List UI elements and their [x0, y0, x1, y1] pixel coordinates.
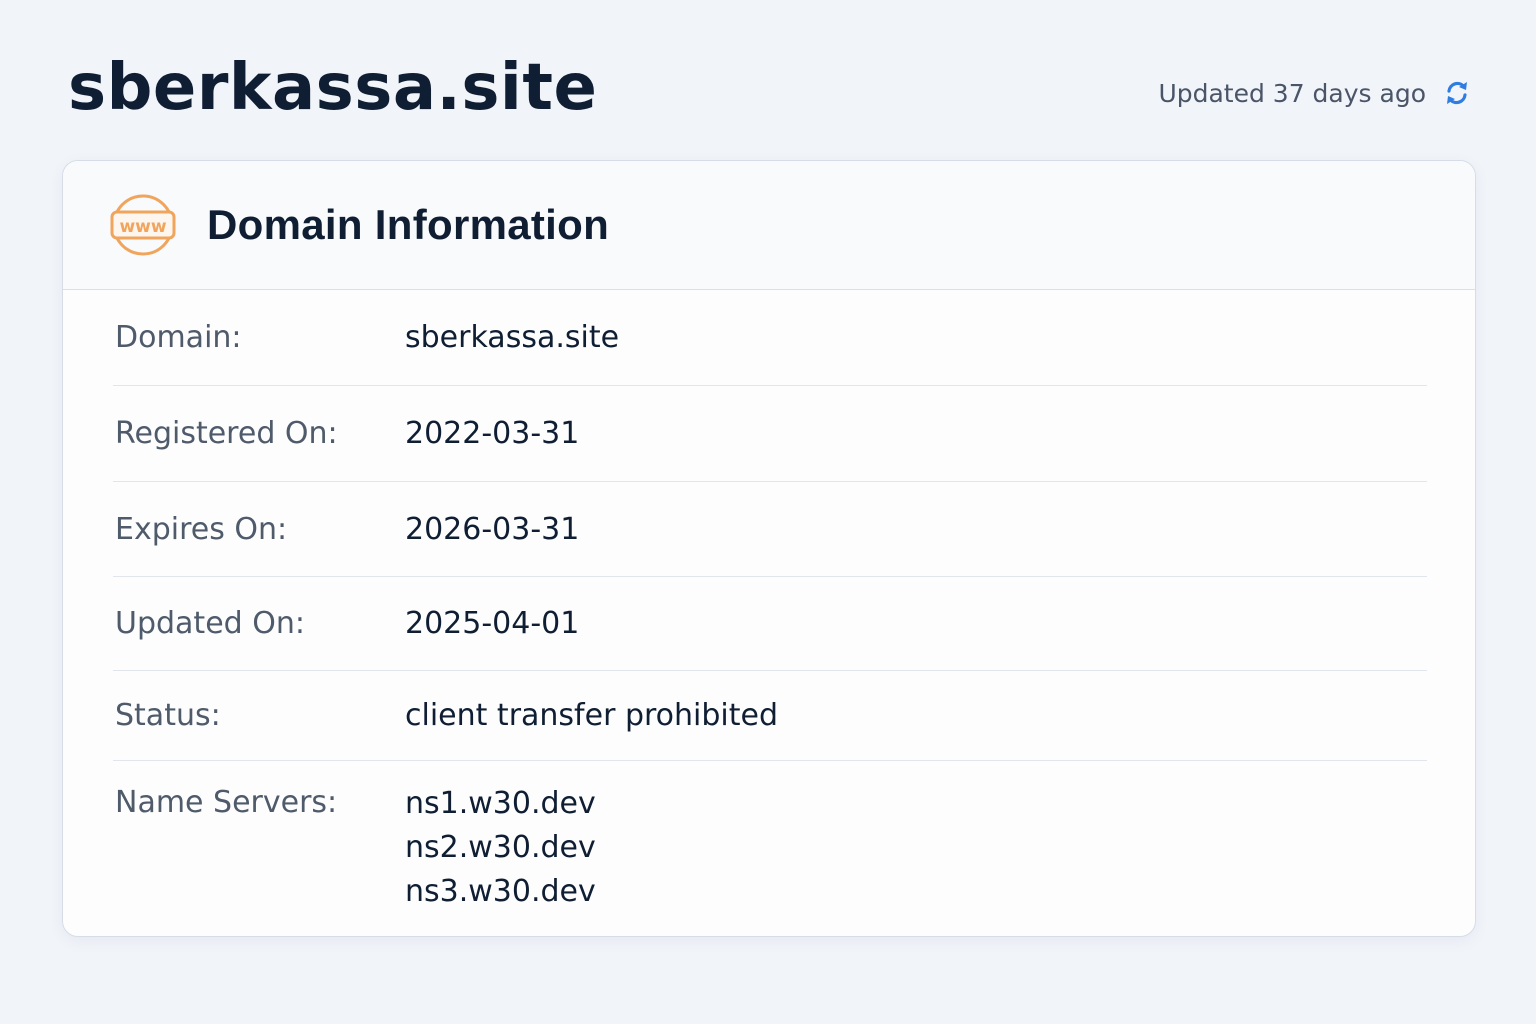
domain-info-card: www Domain Information Domain: sberkassa… [62, 160, 1476, 937]
row-label: Domain: [115, 320, 242, 355]
www-icon-text: www [119, 217, 166, 237]
info-rows: Domain: sberkassa.site Registered On: 20… [63, 290, 1475, 911]
row-name-servers: Name Servers: ns1.w30.dev ns2.w30.dev ns… [113, 761, 1427, 911]
card-title: Domain Information [207, 201, 610, 248]
name-server-item: ns2.w30.dev [405, 830, 596, 865]
card-header: www Domain Information [63, 161, 1475, 290]
row-status: Status: client transfer prohibited [113, 671, 1427, 761]
name-server-item: ns1.w30.dev [405, 786, 596, 821]
refresh-icon[interactable] [1442, 78, 1472, 108]
page-title: sberkassa.site [68, 51, 598, 125]
updated-text: Updated 37 days ago [1158, 78, 1426, 108]
name-server-item: ns3.w30.dev [405, 874, 596, 909]
row-expires-on: Expires On: 2026-03-31 [113, 482, 1427, 577]
row-value: sberkassa.site [405, 320, 620, 355]
www-icon: www [109, 193, 177, 257]
row-domain: Domain: sberkassa.site [113, 290, 1427, 386]
row-label: Expires On: [115, 511, 288, 547]
row-label: Updated On: [115, 606, 305, 641]
row-label: Status: [115, 698, 221, 733]
row-updated-on: Updated On: 2025-04-01 [113, 577, 1427, 671]
row-value: client transfer prohibited [405, 698, 779, 733]
row-label: Registered On: [115, 416, 338, 451]
name-server-list: ns1.w30.dev ns2.w30.dev ns3.w30.dev [405, 785, 596, 911]
row-value: 2022-03-31 [405, 416, 580, 451]
row-value: 2025-04-01 [405, 606, 580, 641]
row-value: 2026-03-31 [405, 511, 580, 547]
page-header: sberkassa.site Updated 37 days ago [68, 40, 1472, 136]
row-label: Name Servers: [115, 785, 338, 820]
row-registered-on: Registered On: 2022-03-31 [113, 386, 1427, 482]
updated-status: Updated 37 days ago [1158, 78, 1472, 108]
